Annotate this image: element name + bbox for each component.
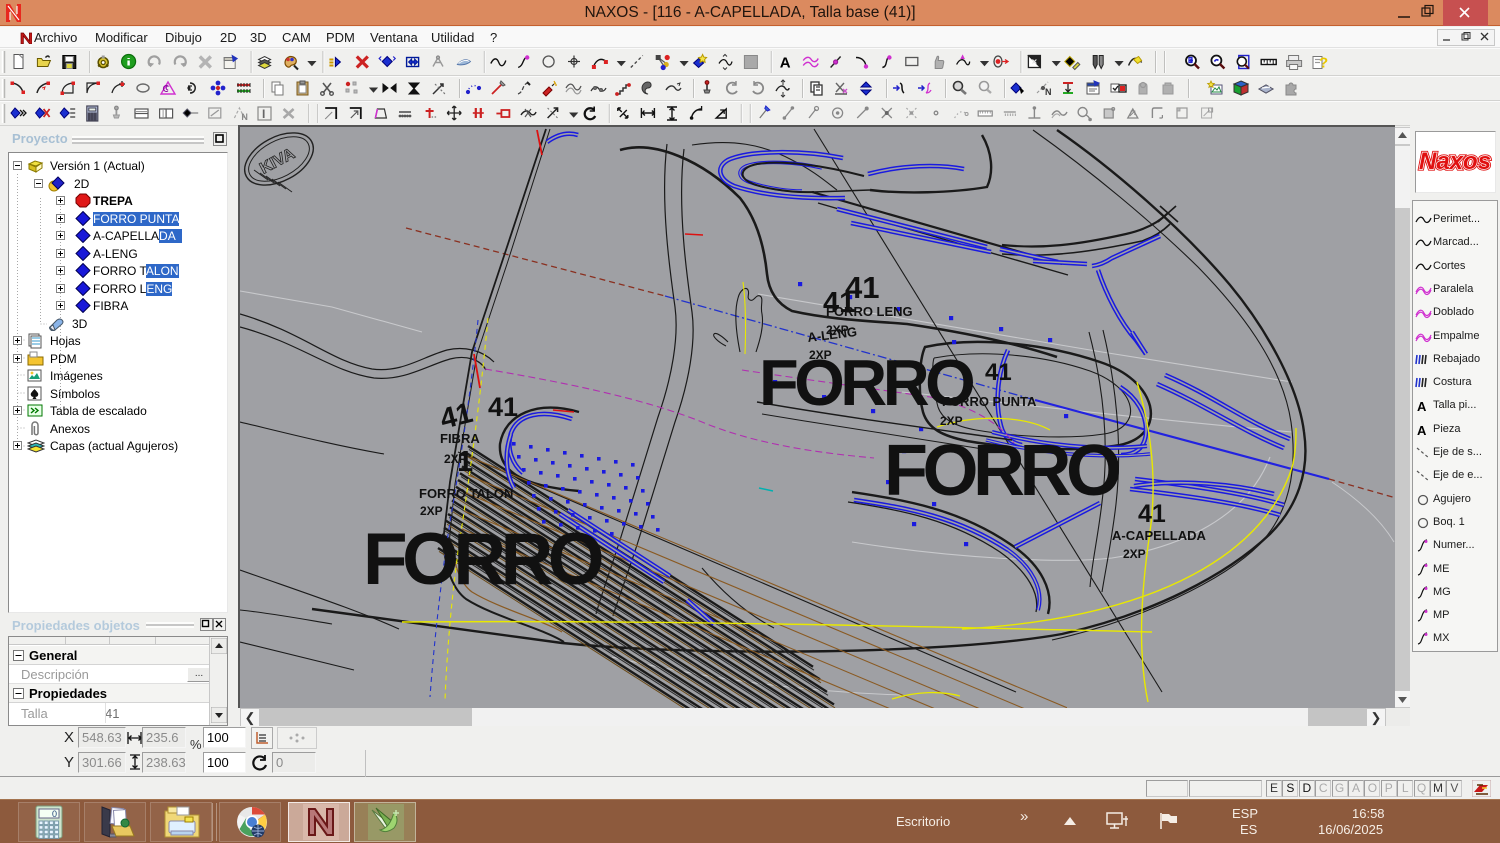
svg-text:N: N	[1045, 87, 1052, 97]
svg-text:41: 41	[488, 392, 518, 422]
svg-text:2XP: 2XP	[1123, 547, 1146, 561]
svg-text:41: 41	[1138, 500, 1166, 528]
svg-text:2XP: 2XP	[420, 504, 443, 518]
svg-text:FORRO: FORRO	[884, 431, 1119, 511]
svg-text:41: 41	[985, 359, 1012, 386]
svg-text:0: 0	[52, 809, 57, 819]
svg-text:FORRO: FORRO	[363, 519, 602, 600]
svg-text:A: A	[780, 55, 791, 72]
svg-text:FORRO PUNTA: FORRO PUNTA	[942, 394, 1037, 409]
svg-text:A: A	[1417, 399, 1427, 412]
svg-text:2XP: 2XP	[940, 414, 963, 428]
svg-text:I: I	[262, 107, 265, 121]
svg-text:Naxos: Naxos	[1419, 148, 1491, 175]
svg-text:2XP: 2XP	[809, 348, 832, 362]
svg-text:FORRO TALON: FORRO TALON	[419, 486, 513, 501]
svg-text:A-CAPELLADA: A-CAPELLADA	[1112, 528, 1206, 543]
svg-text:N: N	[241, 112, 248, 122]
svg-text:2XP: 2XP	[444, 452, 467, 466]
svg-text:FORRO LENG: FORRO LENG	[826, 304, 913, 319]
svg-text:FIBRA: FIBRA	[440, 431, 480, 446]
svg-text:?: ?	[1319, 55, 1328, 72]
svg-text:A: A	[1417, 423, 1427, 436]
